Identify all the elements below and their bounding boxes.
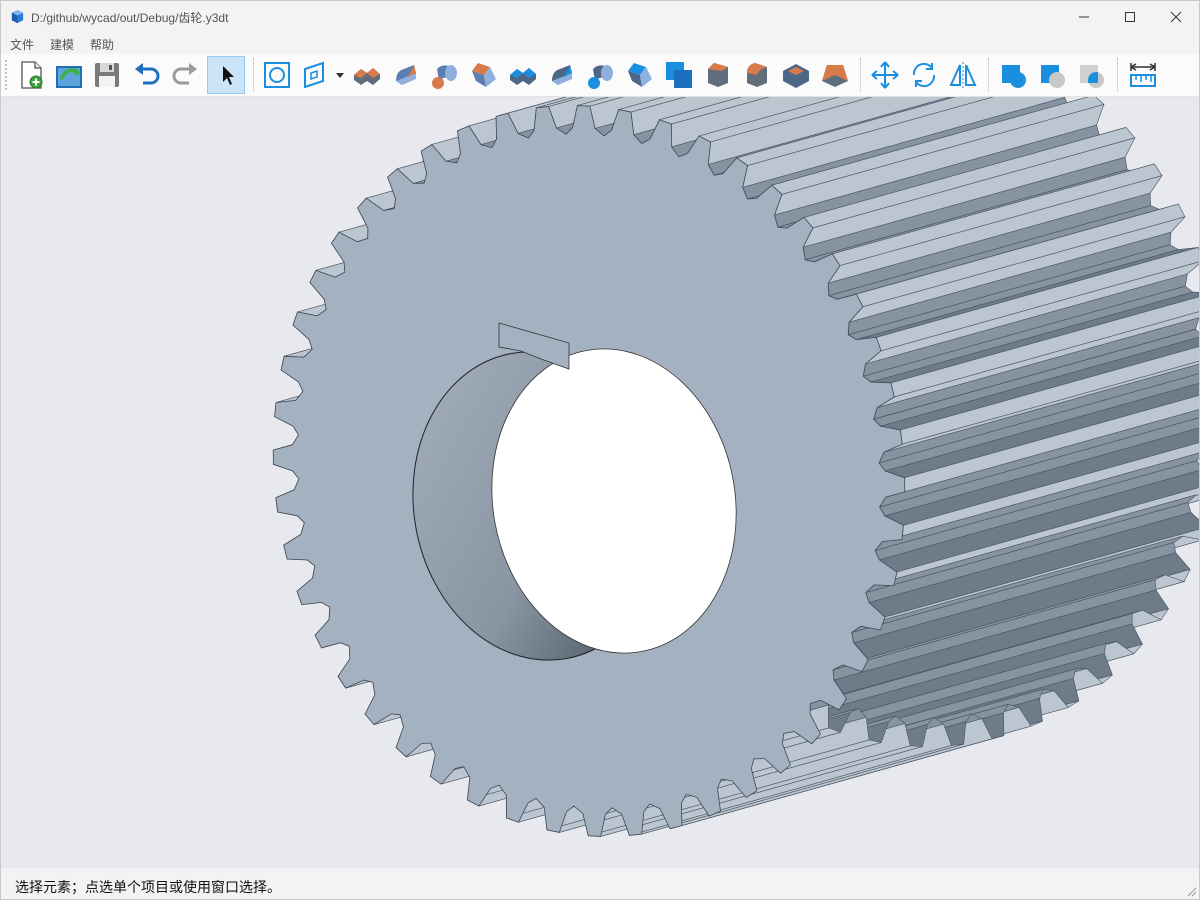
select-cursor-icon	[223, 66, 234, 85]
menu-help[interactable]: 帮助	[90, 36, 114, 53]
toolbar-separator	[988, 58, 990, 92]
status-bar: 选择元素；点选单个项目或使用窗口选择。	[1, 868, 1199, 899]
revolve-cut-button[interactable]	[544, 57, 580, 93]
main-toolbar	[1, 54, 1199, 97]
close-icon	[1170, 11, 1182, 22]
extrude-button[interactable]	[349, 57, 385, 93]
boolean-intersect-button[interactable]	[1074, 57, 1110, 93]
loft-cut-button[interactable]	[622, 57, 658, 93]
move-button[interactable]	[867, 57, 903, 93]
sketch-dropdown-button[interactable]	[335, 57, 347, 93]
extrude-cut-button[interactable]	[505, 57, 541, 93]
fillet-button[interactable]	[739, 57, 775, 93]
mirror-button[interactable]	[945, 57, 981, 93]
boolean-subtract-button[interactable]	[1035, 57, 1071, 93]
maximize-icon	[1125, 11, 1135, 22]
extrude-icon	[354, 68, 380, 85]
boolean-intersect-icon	[1080, 65, 1104, 88]
sweep-button[interactable]	[427, 57, 463, 93]
window-title: D:/github/wycad/out/Debug/齿轮.y3dt	[31, 11, 229, 25]
loft-cut-icon	[628, 63, 652, 87]
sketch-plane-icon	[304, 61, 324, 89]
close-button[interactable]	[1153, 1, 1199, 32]
draft-button[interactable]	[817, 57, 853, 93]
open-file-button[interactable]	[51, 57, 87, 93]
sketch-plane-button[interactable]	[297, 57, 333, 93]
shell-button[interactable]	[778, 57, 814, 93]
open-file-icon	[56, 66, 82, 88]
maximize-button[interactable]	[1107, 1, 1153, 32]
draft-icon	[822, 65, 848, 87]
revolve-button[interactable]	[388, 57, 424, 93]
boolean-union-button[interactable]	[661, 57, 697, 93]
undo-button[interactable]	[129, 57, 165, 93]
save-button[interactable]	[89, 57, 125, 93]
boolean-fuse-button[interactable]	[996, 57, 1032, 93]
sketch-circle-button[interactable]	[259, 57, 295, 93]
redo-button[interactable]	[167, 57, 203, 93]
sweep-cut-button[interactable]	[583, 57, 619, 93]
toolbar-separator	[1117, 58, 1119, 92]
chamfer-icon	[708, 63, 728, 87]
revolve-icon	[396, 65, 416, 85]
menu-file[interactable]: 文件	[10, 36, 34, 53]
sweep-icon	[432, 65, 457, 89]
rotate-icon	[912, 62, 936, 88]
status-message: 选择元素；点选单个项目或使用窗口选择。	[15, 879, 281, 895]
extrude-cut-icon	[510, 68, 536, 85]
rotate-button[interactable]	[906, 57, 942, 93]
save-icon	[95, 63, 119, 87]
fillet-icon	[747, 63, 767, 87]
menu-bar: 文件 建模 帮助	[1, 32, 1199, 54]
boolean-fuse-icon	[1002, 65, 1026, 88]
loft-button[interactable]	[466, 57, 502, 93]
resize-grip-icon[interactable]	[1185, 885, 1197, 897]
shell-icon	[783, 64, 809, 88]
revolve-cut-icon	[552, 65, 572, 85]
gear-model[interactable]	[1, 97, 1199, 868]
move-icon	[871, 61, 899, 89]
boolean-union-icon	[666, 62, 692, 88]
redo-icon	[172, 63, 197, 85]
new-file-icon	[21, 61, 43, 89]
measure-button[interactable]	[1125, 57, 1161, 93]
3d-viewport[interactable]	[1, 97, 1199, 868]
new-file-button[interactable]	[13, 57, 49, 93]
toolbar-grip[interactable]	[5, 60, 9, 90]
toolbar-separator	[860, 58, 862, 92]
chamfer-button[interactable]	[700, 57, 736, 93]
menu-modeling[interactable]: 建模	[50, 36, 74, 53]
measure-distance-icon	[1130, 63, 1156, 87]
sweep-cut-icon	[588, 65, 613, 89]
chevron-down-icon	[336, 73, 344, 78]
minimize-button[interactable]	[1061, 1, 1107, 32]
mirror-icon	[949, 62, 977, 88]
app-window: D:/github/wycad/out/Debug/齿轮.y3dt 文件 建模 …	[0, 0, 1200, 900]
sketch-circle-icon	[264, 62, 290, 88]
select-button[interactable]	[207, 56, 245, 94]
app-logo-icon	[11, 9, 24, 24]
title-bar: D:/github/wycad/out/Debug/齿轮.y3dt	[1, 1, 1199, 32]
loft-icon	[472, 63, 496, 87]
toolbar-separator	[253, 58, 255, 92]
minimize-icon	[1079, 16, 1089, 17]
undo-icon	[135, 63, 160, 85]
boolean-subtract-icon	[1041, 65, 1065, 88]
